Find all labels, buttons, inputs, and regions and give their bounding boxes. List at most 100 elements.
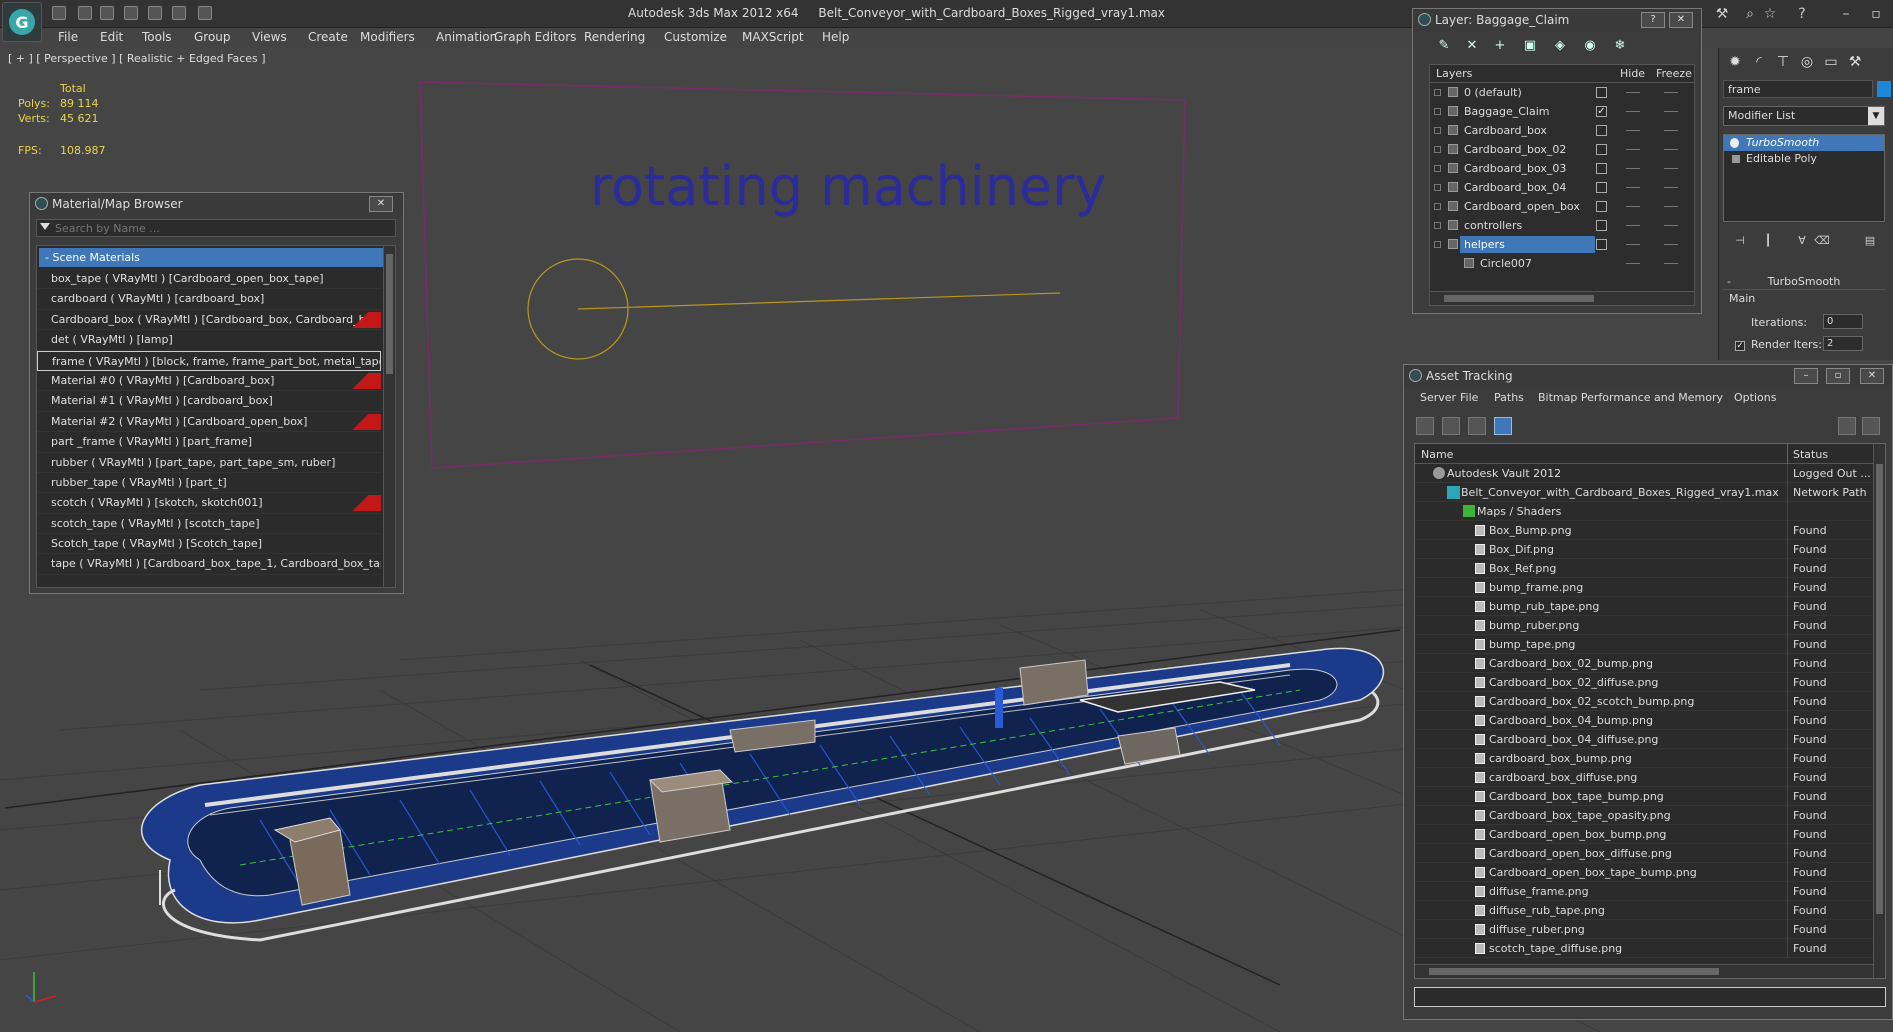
- col-status[interactable]: Status: [1793, 448, 1828, 461]
- hide-toggle[interactable]: [1626, 225, 1640, 226]
- hide-toggle[interactable]: [1626, 206, 1640, 207]
- asset-row[interactable]: Autodesk Vault 2012 Logged Out ...: [1415, 464, 1885, 483]
- menu-file[interactable]: File: [58, 30, 78, 44]
- current-layer-checkbox[interactable]: [1596, 239, 1607, 250]
- menu-graph-editors[interactable]: Graph Editors: [494, 30, 576, 44]
- asset-path-field[interactable]: [1414, 987, 1886, 1007]
- freeze-toggle[interactable]: [1664, 225, 1678, 226]
- help-icon[interactable]: [1862, 417, 1880, 435]
- asset-row[interactable]: bump_frame.png Found: [1415, 578, 1885, 597]
- open-file-icon[interactable]: [52, 6, 66, 20]
- close-button[interactable]: ✕: [369, 196, 393, 212]
- expand-icon[interactable]: [1434, 89, 1441, 96]
- iterations-spinner[interactable]: 0: [1823, 314, 1863, 329]
- material-item[interactable]: frame ( VRayMtl ) [block, frame, frame_p…: [37, 350, 381, 371]
- lightbulb-icon[interactable]: [1730, 138, 1739, 148]
- freeze-toggle[interactable]: [1664, 244, 1678, 245]
- menu-modifiers[interactable]: Modifiers: [360, 30, 415, 44]
- expand-icon[interactable]: [1434, 203, 1441, 210]
- search-icon[interactable]: ⌕: [1740, 4, 1760, 24]
- asset-row[interactable]: Box_Dif.png Found: [1415, 540, 1885, 559]
- hide-toggle[interactable]: [1626, 244, 1640, 245]
- menu-customize[interactable]: Customize: [664, 30, 727, 44]
- expand-icon[interactable]: [1434, 127, 1441, 134]
- viewport-label[interactable]: [ + ] [ Perspective ] [ Realistic + Edge…: [8, 52, 266, 65]
- freeze-toggle[interactable]: [1664, 168, 1678, 169]
- layer-row[interactable]: Cardboard_box_04: [1430, 178, 1694, 197]
- at-menu-bitmap-performance[interactable]: Bitmap Performance and Memory: [1538, 391, 1723, 404]
- current-layer-checkbox[interactable]: [1596, 220, 1607, 231]
- expand-icon[interactable]: [1434, 241, 1441, 248]
- material-item[interactable]: Cardboard_box ( VRayMtl ) [Cardboard_box…: [37, 310, 381, 331]
- at-menu-file[interactable]: File: [1460, 391, 1478, 404]
- expand-icon[interactable]: [1434, 222, 1441, 229]
- material-browser-titlebar[interactable]: Material/Map Browser ✕: [30, 193, 403, 215]
- current-layer-checkbox[interactable]: ✓: [1596, 106, 1607, 117]
- layer-row[interactable]: 0 (default): [1430, 83, 1694, 102]
- material-item[interactable]: rubber_tape ( VRayMtl ) [part_t]: [37, 473, 381, 494]
- undo-icon[interactable]: [124, 6, 138, 20]
- material-list-scrollbar[interactable]: [383, 246, 395, 587]
- asset-row[interactable]: Cardboard_box_tape_opasity.png Found: [1415, 806, 1885, 825]
- hide-toggle[interactable]: [1626, 187, 1640, 188]
- make-unique-icon[interactable]: ∀: [1793, 232, 1811, 250]
- expand-icon[interactable]: [1434, 165, 1441, 172]
- hide-toggle[interactable]: [1626, 149, 1640, 150]
- create-tab-icon[interactable]: ✹: [1725, 52, 1745, 72]
- layer-row[interactable]: Cardboard_box_03: [1430, 159, 1694, 178]
- freeze-toggle[interactable]: [1664, 130, 1678, 131]
- restore-button[interactable]: ▫: [1826, 368, 1850, 384]
- layer-row[interactable]: helpers: [1430, 235, 1694, 254]
- layer-list-scrollbar[interactable]: [1430, 291, 1694, 305]
- object-name-field[interactable]: [1723, 80, 1873, 98]
- save-file-icon[interactable]: [78, 6, 92, 20]
- current-layer-checkbox[interactable]: [1596, 125, 1607, 136]
- help-button[interactable]: ?: [1641, 12, 1665, 28]
- layer-row[interactable]: Cardboard_box: [1430, 121, 1694, 140]
- menu-tools[interactable]: Tools: [142, 30, 172, 44]
- material-item[interactable]: Material #2 ( VRayMtl ) [Cardboard_open_…: [37, 412, 381, 433]
- add-to-layer-icon[interactable]: +: [1491, 37, 1509, 55]
- refresh-icon[interactable]: [1416, 417, 1434, 435]
- render-iters-spinner[interactable]: 2: [1823, 336, 1863, 351]
- configure-sets-icon[interactable]: ▤: [1861, 232, 1879, 250]
- menu-create[interactable]: Create: [308, 30, 348, 44]
- asset-row[interactable]: Cardboard_open_box_tape_bump.png Found: [1415, 863, 1885, 882]
- material-search-input[interactable]: [55, 220, 390, 236]
- redo-icon[interactable]: [148, 6, 162, 20]
- current-layer-checkbox[interactable]: [1596, 144, 1607, 155]
- menu-help[interactable]: Help: [822, 30, 849, 44]
- menu-animation[interactable]: Animation: [436, 30, 497, 44]
- project-folder-icon[interactable]: [198, 6, 212, 20]
- menu-maxscript[interactable]: MAXScript: [742, 30, 804, 44]
- modifier-stack-item[interactable]: Editable Poly: [1724, 151, 1884, 167]
- current-layer-checkbox[interactable]: [1596, 87, 1607, 98]
- material-item[interactable]: Scotch_tape ( VRayMtl ) [Scotch_tape]: [37, 534, 381, 555]
- layer-row[interactable]: controllers: [1430, 216, 1694, 235]
- display-tab-icon[interactable]: ▭: [1821, 52, 1841, 72]
- asset-row[interactable]: cardboard_box_bump.png Found: [1415, 749, 1885, 768]
- layer-row[interactable]: Cardboard_box_02: [1430, 140, 1694, 159]
- layer-row[interactable]: Baggage_Claim ✓: [1430, 102, 1694, 121]
- minimize-button[interactable]: –: [1794, 368, 1818, 384]
- menu-group[interactable]: Group: [194, 30, 231, 44]
- asset-row[interactable]: Cardboard_box_04_bump.png Found: [1415, 711, 1885, 730]
- render-iters-checkbox[interactable]: ✓: [1735, 338, 1749, 351]
- maximize-icon[interactable]: ▫: [1866, 4, 1886, 24]
- freeze-toggle[interactable]: [1664, 263, 1678, 264]
- select-objects-icon[interactable]: ▣: [1521, 37, 1539, 55]
- col-freeze[interactable]: Freeze: [1656, 67, 1692, 80]
- material-item[interactable]: tape ( VRayMtl ) [Cardboard_box_tape_1, …: [37, 554, 381, 575]
- material-item[interactable]: scotch_tape ( VRayMtl ) [scotch_tape]: [37, 514, 381, 535]
- material-item[interactable]: box_tape ( VRayMtl ) [Cardboard_open_box…: [37, 269, 381, 290]
- modifier-list-dropdown[interactable]: Modifier List ▼: [1723, 106, 1885, 126]
- asset-row[interactable]: Cardboard_box_tape_bump.png Found: [1415, 787, 1885, 806]
- col-name[interactable]: Name: [1421, 448, 1453, 461]
- asset-row[interactable]: Maps / Shaders: [1415, 502, 1885, 521]
- hide-toggle[interactable]: [1626, 130, 1640, 131]
- menu-rendering[interactable]: Rendering: [584, 30, 645, 44]
- asset-table-vscrollbar[interactable]: [1873, 444, 1885, 978]
- new-scene-icon[interactable]: [100, 6, 114, 20]
- expand-icon[interactable]: [1434, 146, 1441, 153]
- pin-stack-icon[interactable]: ⊣: [1731, 232, 1749, 250]
